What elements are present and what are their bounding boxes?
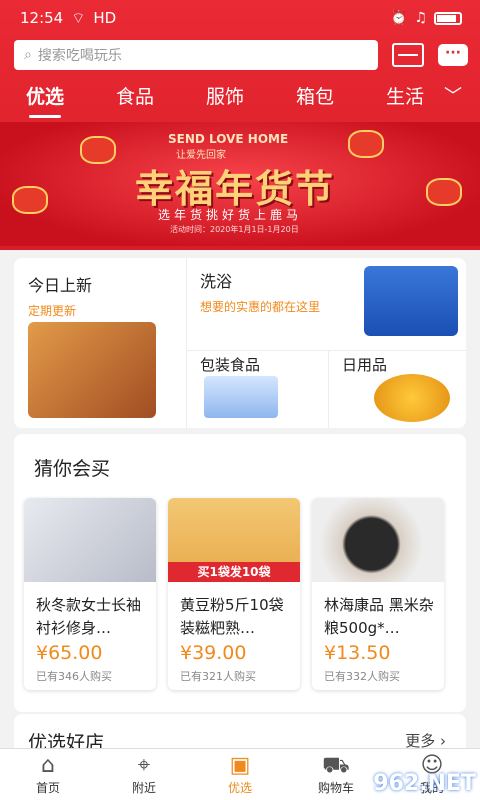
banner-en: SEND LOVE HOME	[168, 132, 289, 146]
scan-icon[interactable]	[392, 43, 424, 67]
lantern-icon	[80, 136, 116, 164]
nav-cart[interactable]: ⛟ 购物车	[288, 749, 384, 800]
tab-bags[interactable]: 箱包	[270, 82, 360, 109]
recommend-title: 猜你会买	[34, 458, 111, 480]
product-sales: 已有321人购买	[180, 670, 256, 683]
headset-icon: ♫	[414, 10, 427, 26]
battery-icon	[434, 11, 462, 25]
lantern-icon	[12, 186, 48, 214]
daily-goods-title[interactable]: 日用品	[342, 354, 387, 375]
detergent-image[interactable]	[364, 266, 458, 336]
product-price: ¥39.00	[180, 642, 247, 664]
divider	[186, 350, 466, 351]
today-new-sub: 定期更新	[28, 304, 77, 318]
home-icon: ⌂	[41, 753, 55, 778]
search-icon: ⌕	[24, 47, 32, 63]
location-icon: ⌖	[137, 753, 151, 778]
nav-youxuan[interactable]: ▣ 优选	[192, 749, 288, 800]
recommend-section: 猜你会买 秋冬款女士长袖衬衫修身… ¥65.00 已有346人购买 买1袋发10…	[14, 434, 466, 712]
packaged-food-title[interactable]: 包装食品	[200, 354, 260, 375]
product-card[interactable]: 秋冬款女士长袖衬衫修身… ¥65.00 已有346人购买	[24, 498, 156, 690]
banner-title: 幸福年货节	[135, 166, 336, 211]
today-new-title[interactable]: 今日上新	[28, 272, 92, 296]
status-time: 12:54	[20, 9, 64, 27]
cart-icon: ⛟	[322, 753, 350, 778]
status-bar: 12:54 ⌔ HD ⏰ ♫	[0, 0, 480, 36]
nav-nearby[interactable]: ⌖ 附近	[96, 749, 192, 800]
product-price: ¥13.50	[324, 642, 391, 664]
lantern-icon	[348, 130, 384, 158]
tab-clothing[interactable]: 服饰	[180, 82, 270, 109]
watermark: 962.NET	[373, 771, 476, 796]
divider	[186, 258, 187, 428]
kettle-image[interactable]	[374, 374, 450, 422]
banner-date: 活动时间：2020年1月1日-1月20日	[170, 225, 299, 234]
tab-life[interactable]: 生活	[360, 82, 450, 109]
product-name: 黄豆粉5斤10袋装糍粑熟…	[180, 596, 284, 637]
nav-label: 首页	[35, 781, 60, 795]
product-image	[24, 498, 156, 582]
snack-image[interactable]	[28, 322, 156, 418]
product-price: ¥65.00	[36, 642, 103, 664]
lantern-icon	[426, 178, 462, 206]
search-input[interactable]: ⌕ 搜索吃喝玩乐	[14, 40, 378, 70]
bath-title[interactable]: 洗浴	[200, 268, 232, 292]
product-card[interactable]: 买1袋发10袋 黄豆粉5斤10袋装糍粑熟… ¥39.00 已有321人购买	[168, 498, 300, 690]
promo-label: 买1袋发10袋	[168, 562, 300, 582]
nav-home[interactable]: ⌂ 首页	[0, 749, 96, 800]
chevron-down-icon[interactable]: ﹀	[444, 82, 462, 108]
status-network: HD	[93, 9, 117, 27]
wifi-icon: ⌔	[71, 8, 86, 27]
nav-label: 附近	[131, 781, 156, 795]
bag-icon: ▣	[229, 753, 251, 778]
packaged-food-image[interactable]	[204, 376, 278, 418]
product-sales: 已有332人购买	[324, 670, 400, 683]
product-name: 林海康品 黑米杂粮500g*…	[324, 596, 434, 637]
product-image	[312, 498, 444, 582]
banner-subtitle: 选年货挑好货上鹿马	[158, 208, 303, 222]
divider	[328, 350, 329, 428]
search-placeholder: 搜索吃喝玩乐	[37, 48, 122, 64]
bath-sub: 想要的实惠的都在这里	[200, 300, 321, 314]
product-name: 秋冬款女士长袖衬衫修身…	[36, 596, 142, 637]
category-card: 今日上新 定期更新 洗浴 想要的实惠的都在这里 包装食品 日用品	[14, 258, 466, 428]
alarm-icon: ⏰	[390, 10, 408, 26]
product-card[interactable]: 林海康品 黑米杂粮500g*… ¥13.50 已有332人购买	[312, 498, 444, 690]
tab-youxuan[interactable]: 优选	[0, 82, 90, 118]
category-tabs: 优选 食品 服饰 箱包 生活 ﹀	[0, 76, 480, 118]
product-sales: 已有346人购买	[36, 670, 112, 683]
nav-label: 购物车	[317, 781, 354, 795]
promo-banner[interactable]: SEND LOVE HOME 让爱先回家 幸福年货节 选年货挑好货上鹿马 活动时…	[0, 122, 480, 246]
nav-label: 优选	[227, 781, 252, 795]
product-image: 买1袋发10袋	[168, 498, 300, 582]
tab-food[interactable]: 食品	[90, 82, 180, 109]
message-icon[interactable]: ···	[438, 44, 468, 66]
